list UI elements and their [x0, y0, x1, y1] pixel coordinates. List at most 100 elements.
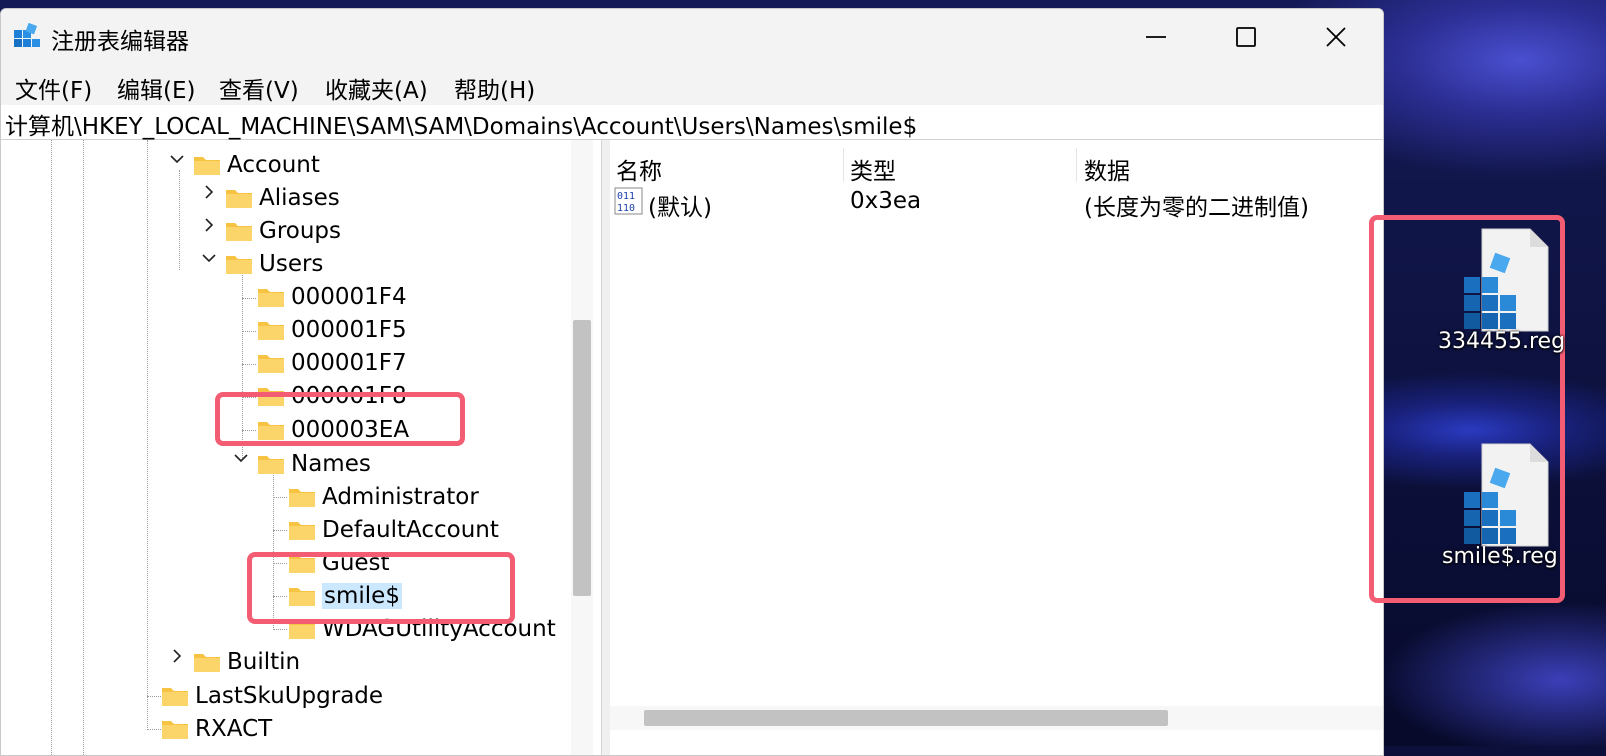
tree-item-label: Builtin	[227, 648, 301, 675]
column-divider[interactable]	[843, 148, 844, 182]
desktop-file-label: 334455.reg	[1438, 329, 1566, 354]
tree-item-000001f4[interactable]: 000001F4	[257, 280, 407, 313]
tree-item-aliases[interactable]: Aliases	[225, 181, 340, 214]
column-header-data[interactable]: 数据	[1084, 152, 1130, 186]
tree-item-users[interactable]: Users	[225, 247, 323, 280]
tree-item-names[interactable]: Names	[257, 447, 371, 480]
folder-icon	[162, 687, 188, 706]
tree-item-label: Account	[227, 151, 320, 178]
tree-item-account[interactable]: Account	[193, 148, 320, 181]
chevron-right-icon[interactable]	[169, 648, 185, 664]
address-bar[interactable]: 计算机\HKEY_LOCAL_MACHINE\SAM\SAM\Domains\A…	[1, 105, 1383, 140]
menu-bar: 文件(F) 编辑(E) 查看(V) 收藏夹(A) 帮助(H)	[1, 65, 1383, 105]
chevron-right-icon[interactable]	[201, 217, 217, 233]
tree-vertical-scrollbar[interactable]	[571, 140, 593, 755]
folder-icon	[258, 354, 284, 373]
column-header-name[interactable]: 名称	[616, 152, 662, 186]
close-button[interactable]	[1291, 9, 1381, 65]
tree-item-label: LastSkuUpgrade	[195, 682, 384, 709]
desktop-file-334455-reg[interactable]: 334455.reg	[1430, 225, 1570, 385]
tree-item-defaultaccount[interactable]: DefaultAccount	[288, 513, 499, 546]
tree-guide	[273, 629, 287, 630]
tree-item-label: DefaultAccount	[322, 516, 499, 543]
tree-guide	[242, 298, 256, 299]
chevron-down-icon[interactable]	[169, 151, 185, 167]
tree-item-rxact[interactable]: RXACT	[161, 712, 272, 745]
list-horizontal-scrollbar[interactable]	[610, 706, 1383, 730]
values-list-pane: 名称 类型 数据 011 110 (默认) 0x3ea (长度为零的二进制值)	[610, 140, 1383, 755]
tree-item-groups[interactable]: Groups	[225, 214, 341, 247]
folder-icon	[258, 321, 284, 340]
scrollbar-thumb[interactable]	[573, 320, 591, 596]
chevron-down-icon[interactable]	[233, 450, 249, 466]
registry-file-icon	[1464, 443, 1549, 547]
desktop-file-smile-reg[interactable]: smile$.reg	[1430, 440, 1570, 600]
folder-icon	[289, 521, 315, 540]
registry-file-icon	[1464, 228, 1549, 332]
folder-icon	[258, 288, 284, 307]
minimize-icon	[1146, 36, 1166, 38]
menu-favorites[interactable]: 收藏夹(A)	[325, 71, 428, 105]
tree-item-000001f5[interactable]: 000001F5	[257, 313, 407, 346]
maximize-icon	[1236, 27, 1256, 47]
tree-guide	[273, 497, 287, 498]
folder-icon	[162, 720, 188, 739]
binary-value-icon: 011 110	[614, 187, 643, 215]
tree-item-lastskuupgrade[interactable]: LastSkuUpgrade	[161, 679, 383, 712]
key-tree-pane: Account Aliases Groups Users 000001F4 00…	[1, 140, 601, 755]
tree-item-label: Users	[259, 250, 324, 277]
desktop-file-label: smile$.reg	[1442, 544, 1558, 569]
tree-item-label: Groups	[259, 217, 342, 244]
folder-icon	[258, 455, 284, 474]
column-divider[interactable]	[1076, 148, 1077, 182]
title-bar[interactable]: 注册表编辑器	[1, 9, 1383, 65]
tree-guide	[147, 696, 161, 697]
tree-guide	[242, 331, 256, 332]
registry-editor-icon	[14, 23, 40, 47]
value-type: 0x3ea	[850, 188, 922, 214]
column-header-type[interactable]: 类型	[850, 152, 896, 186]
address-path[interactable]: 计算机\HKEY_LOCAL_MACHINE\SAM\SAM\Domains\A…	[5, 107, 917, 141]
registry-editor-window: 注册表编辑器 文件(F) 编辑(E) 查看(V) 收藏夹(A) 帮助(H) 计算…	[0, 8, 1384, 756]
tree-guide	[51, 140, 52, 755]
folder-icon	[226, 255, 252, 274]
tree-item-label: Names	[291, 450, 371, 477]
chevron-down-icon[interactable]	[201, 250, 217, 266]
value-data: (长度为零的二进制值)	[1084, 195, 1309, 221]
tree-item-label: Aliases	[259, 184, 340, 211]
annotation-highlight-000003ea	[215, 392, 465, 446]
tree-guide	[147, 140, 148, 730]
maximize-button[interactable]	[1201, 9, 1291, 65]
chevron-right-icon[interactable]	[201, 184, 217, 200]
minimize-button[interactable]	[1111, 9, 1201, 65]
tree-guide	[83, 140, 84, 755]
svg-text:011: 011	[617, 191, 635, 202]
folder-icon	[289, 488, 315, 507]
menu-edit[interactable]: 编辑(E)	[117, 71, 195, 105]
tree-guide	[179, 170, 180, 270]
tree-item-label: 000001F7	[291, 349, 407, 376]
tree-guide	[147, 729, 161, 730]
window-title: 注册表编辑器	[51, 29, 189, 55]
menu-help[interactable]: 帮助(H)	[454, 71, 535, 105]
tree-item-label: 000001F5	[291, 316, 407, 343]
value-name: (默认)	[648, 195, 712, 221]
tree-item-administrator[interactable]: Administrator	[288, 480, 479, 513]
folder-icon	[226, 222, 252, 241]
folder-icon	[194, 653, 220, 672]
tree-guide	[242, 364, 256, 365]
folder-icon	[194, 156, 220, 175]
tree-item-label: RXACT	[195, 715, 273, 742]
menu-file[interactable]: 文件(F)	[15, 71, 92, 105]
annotation-highlight-smile	[247, 552, 515, 624]
menu-view[interactable]: 查看(V)	[219, 71, 299, 105]
folder-icon	[226, 189, 252, 208]
scrollbar-thumb[interactable]	[644, 710, 1168, 726]
tree-guide	[273, 530, 287, 531]
close-icon	[1326, 27, 1346, 47]
svg-text:110: 110	[617, 203, 635, 214]
tree-item-label: 000001F4	[291, 283, 407, 310]
tree-item-builtin[interactable]: Builtin	[193, 645, 300, 678]
tree-item-000001f7[interactable]: 000001F7	[257, 346, 407, 379]
tree-item-label: Administrator	[322, 483, 479, 510]
